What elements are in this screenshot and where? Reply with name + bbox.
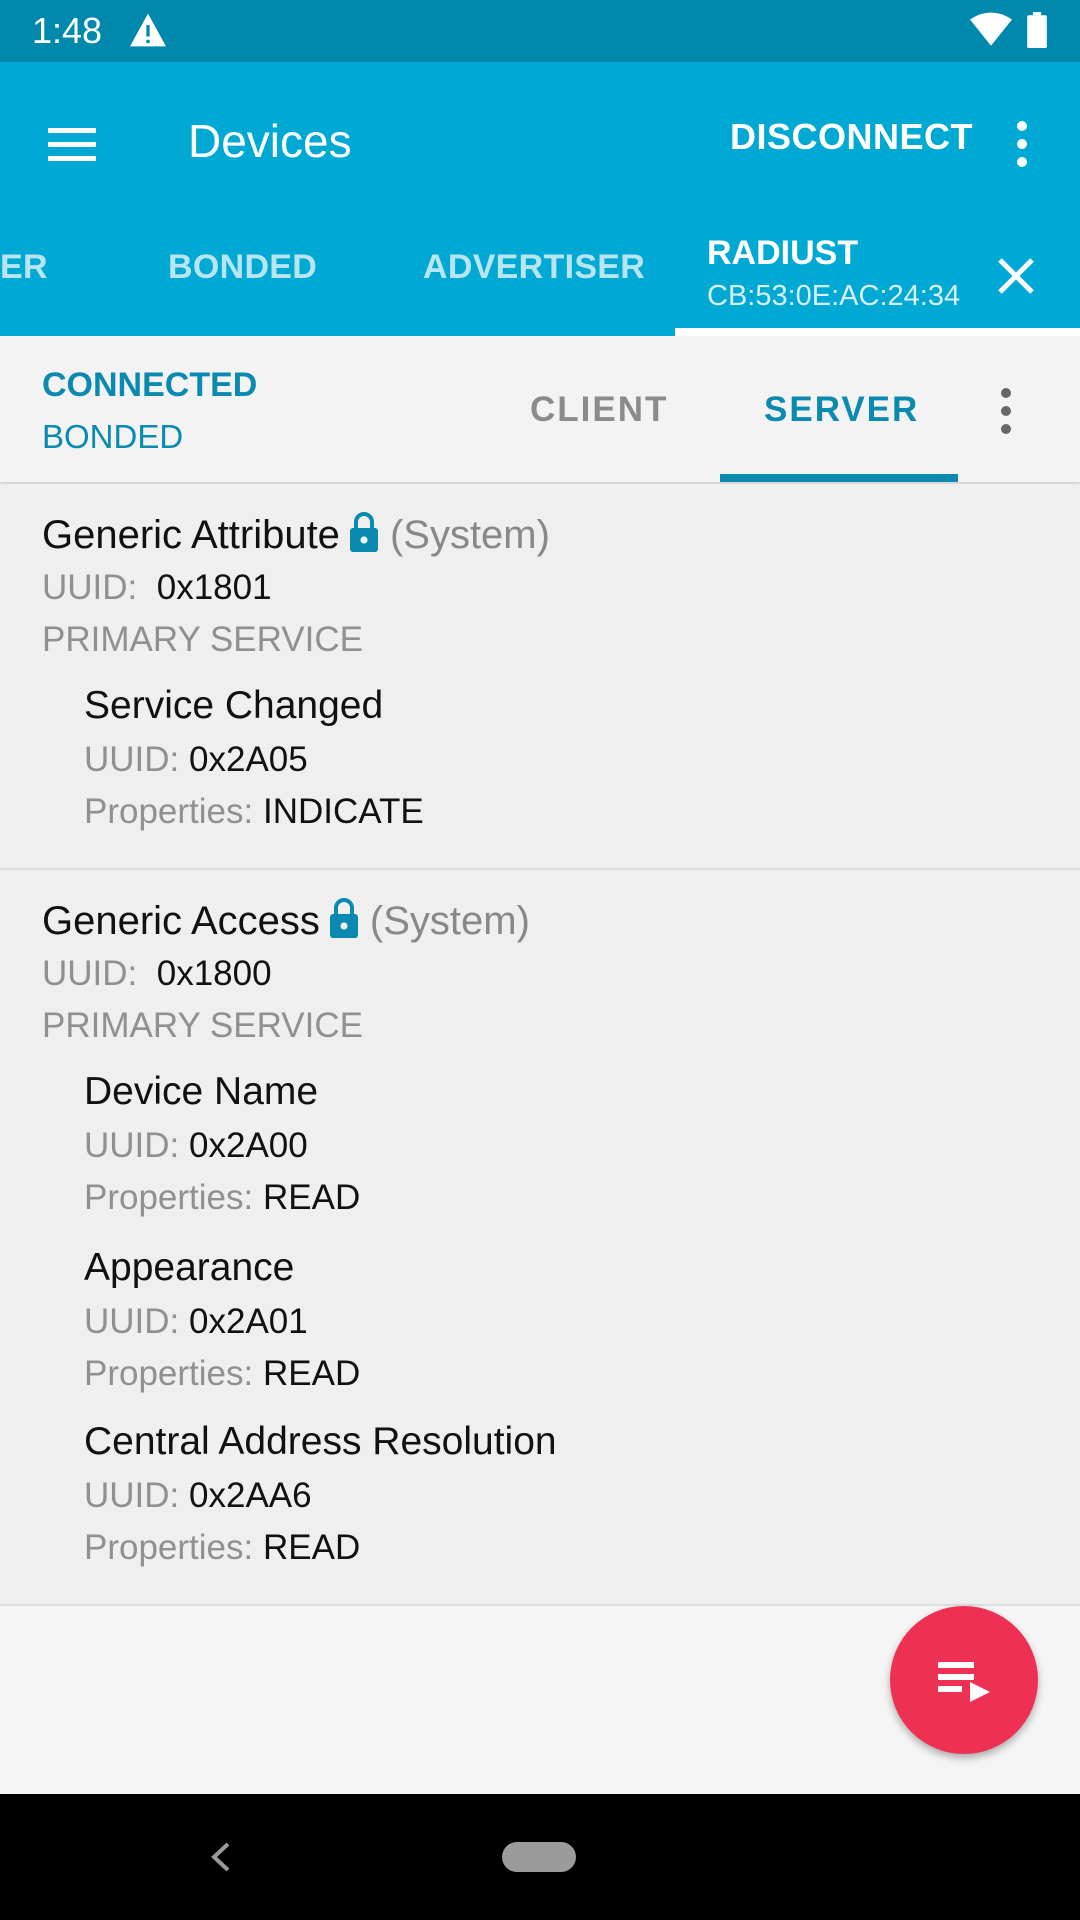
app-bar: Devices DISCONNECT ER BONDED ADVERTISER …: [0, 62, 1080, 336]
characteristic-name: Service Changed: [84, 684, 384, 727]
uuid-label: UUID:: [84, 1302, 180, 1341]
page-title: Devices: [188, 115, 352, 167]
lock-icon: [349, 512, 378, 552]
service-item[interactable]: Generic Access (System) UUID: 0x1800 PRIM…: [0, 870, 1080, 1606]
status-bar: 1:48: [0, 0, 1080, 62]
disconnect-button[interactable]: DISCONNECT: [730, 116, 973, 158]
warning-icon: [130, 13, 166, 47]
connection-state: CONNECTED: [42, 366, 258, 404]
characteristic-uuid-row: UUID: 0x2A00: [84, 1126, 308, 1166]
service-name: Generic Access: [42, 899, 320, 943]
system-label: (System): [389, 513, 550, 557]
characteristic-properties-row: Properties: READ: [84, 1528, 360, 1568]
services-list: Generic Attribute (System) UUID: 0x1801 P…: [0, 484, 1080, 1606]
service-uuid-row: UUID: 0x1801: [42, 568, 272, 608]
tab-advertiser[interactable]: ADVERTISER: [423, 248, 645, 287]
back-icon[interactable]: [206, 1838, 236, 1876]
lock-icon: [329, 898, 358, 938]
more-options-icon[interactable]: [1000, 114, 1044, 174]
uuid-label: UUID:: [84, 740, 180, 779]
characteristic-uuid: 0x2AA6: [189, 1476, 312, 1515]
characteristic-uuid-row: UUID: 0x2A05: [84, 740, 308, 780]
characteristic-uuid: 0x2A00: [189, 1126, 308, 1165]
properties-label: Properties:: [84, 1354, 254, 1393]
properties-label: Properties:: [84, 1178, 254, 1217]
uuid-label: UUID:: [84, 1476, 180, 1515]
connection-bar: CONNECTED BONDED CLIENT SERVER: [0, 336, 1080, 482]
home-button[interactable]: [502, 1842, 576, 1872]
battery-icon: [1027, 12, 1047, 48]
service-title: Generic Access (System): [42, 898, 530, 944]
service-type: PRIMARY SERVICE: [42, 620, 363, 659]
menu-icon[interactable]: [40, 114, 104, 174]
navigation-bar: [0, 1794, 1080, 1920]
service-name: Generic Attribute: [42, 513, 340, 557]
tab-bonded[interactable]: BONDED: [168, 248, 317, 287]
service-type: PRIMARY SERVICE: [42, 1006, 363, 1045]
characteristic-uuid-row: UUID: 0x2AA6: [84, 1476, 312, 1516]
service-uuid-row: UUID: 0x1800: [42, 954, 272, 994]
log-fab-button[interactable]: [890, 1606, 1038, 1754]
service-item[interactable]: Generic Attribute (System) UUID: 0x1801 P…: [0, 484, 1080, 870]
characteristic-name: Central Address Resolution: [84, 1420, 557, 1463]
uuid-label: UUID:: [42, 954, 138, 993]
status-time: 1:48: [32, 10, 103, 51]
wifi-icon: [970, 12, 1012, 46]
characteristic-properties: READ: [262, 1178, 361, 1217]
service-uuid: 0x1801: [156, 568, 272, 607]
uuid-label: UUID:: [84, 1126, 180, 1165]
tab-scanner[interactable]: ER: [0, 248, 48, 287]
device-tab-address: CB:53:0E:AC:24:34: [707, 280, 961, 312]
characteristic-properties-row: Properties: READ: [84, 1354, 360, 1394]
uuid-label: UUID:: [42, 568, 138, 607]
bond-state: BONDED: [42, 418, 184, 455]
device-tab-name: RADIUST: [707, 234, 859, 272]
server-tab-indicator: [720, 474, 958, 482]
characteristic-uuid-row: UUID: 0x2A01: [84, 1302, 308, 1342]
characteristic-properties-row: Properties: READ: [84, 1178, 360, 1218]
service-uuid: 0x1800: [156, 954, 272, 993]
tab-indicator: [675, 328, 1080, 336]
playlist-play-icon: [938, 1662, 990, 1702]
characteristic-properties: INDICATE: [262, 792, 424, 831]
close-icon[interactable]: [990, 250, 1042, 302]
system-label: (System): [369, 899, 530, 943]
characteristic-name: Appearance: [84, 1246, 295, 1289]
characteristic-properties: READ: [262, 1528, 361, 1567]
tab-server[interactable]: SERVER: [764, 390, 919, 430]
tab-client[interactable]: CLIENT: [530, 390, 668, 430]
characteristic-properties: READ: [262, 1354, 361, 1393]
properties-label: Properties:: [84, 1528, 254, 1567]
characteristic-uuid: 0x2A05: [189, 740, 308, 779]
properties-label: Properties:: [84, 792, 254, 831]
service-title: Generic Attribute (System): [42, 512, 550, 558]
characteristic-name: Device Name: [84, 1070, 319, 1113]
characteristic-properties-row: Properties: INDICATE: [84, 792, 424, 832]
characteristic-uuid: 0x2A01: [189, 1302, 308, 1341]
more-options-icon[interactable]: [992, 384, 1020, 438]
